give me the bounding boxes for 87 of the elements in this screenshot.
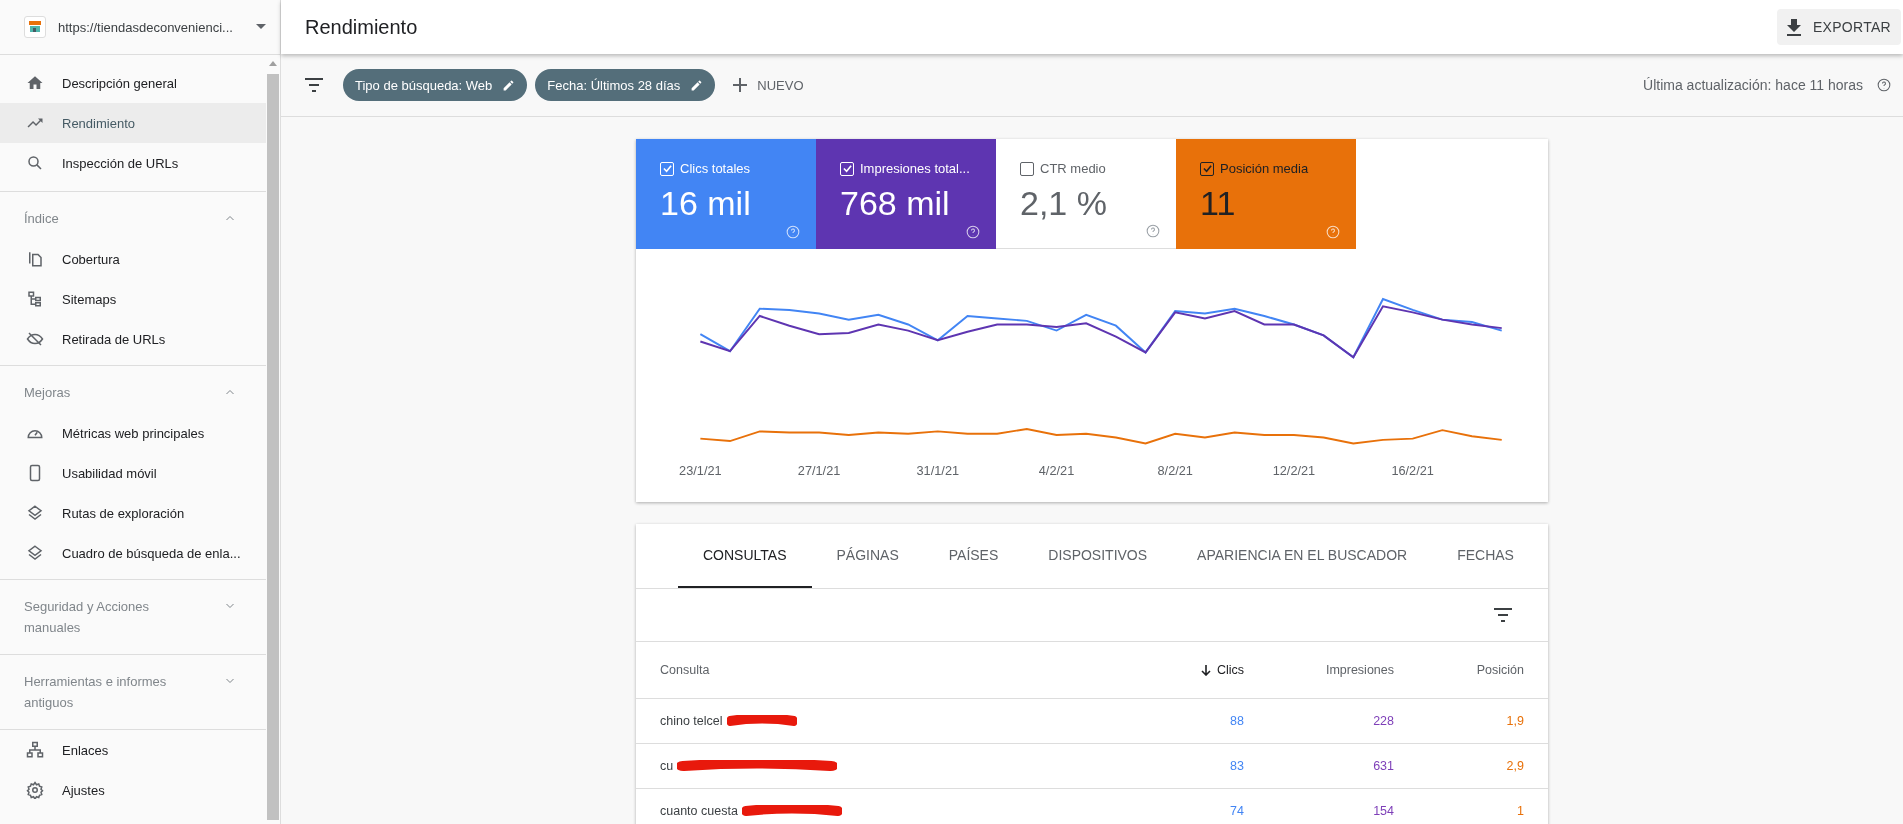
documents-icon xyxy=(26,250,44,268)
checkbox[interactable] xyxy=(1020,161,1034,176)
section-title[interactable]: Índice xyxy=(24,208,194,229)
tab[interactable]: DISPOSITIVOS xyxy=(1023,524,1173,588)
table-cell-text: 74 xyxy=(1229,804,1244,818)
nav-item[interactable]: Enlaces xyxy=(0,730,266,770)
nav-item[interactable]: Inspección de URLs xyxy=(0,143,266,183)
column-header[interactable]: Clics xyxy=(1124,663,1244,677)
edit-icon xyxy=(502,78,516,92)
metric-label: Clics totales xyxy=(680,161,751,176)
layers-icon xyxy=(26,504,44,522)
nav-item[interactable]: Usabilidad móvil xyxy=(0,453,266,493)
tab[interactable]: CONSULTAS xyxy=(678,524,812,588)
nav-item[interactable]: Sitemaps xyxy=(0,279,266,319)
metric-label: Impresiones total... xyxy=(860,161,970,176)
filter-chip[interactable]: Fecha: Últimos 28 días xyxy=(535,69,716,101)
new-filter-button[interactable]: NUEVO xyxy=(723,77,814,93)
table-cell-text: 2,9 xyxy=(1505,759,1524,773)
settings-icon xyxy=(26,781,44,799)
layers-icon xyxy=(26,544,44,562)
table-cell-text: 228 xyxy=(1372,714,1394,728)
network-icon xyxy=(26,741,44,759)
nav-item[interactable]: Rendimiento xyxy=(0,103,266,143)
property-selector[interactable]: https://tiendasdeconvenienci... xyxy=(58,19,244,35)
sort-down-icon xyxy=(1200,664,1211,676)
metric-value: 16 mil xyxy=(660,184,752,223)
axis-label: 27/1/21 xyxy=(797,463,841,479)
filter-icon[interactable] xyxy=(305,78,323,92)
metric-value: 11 xyxy=(1200,184,1237,223)
tab[interactable]: PÁGINAS xyxy=(811,524,924,588)
nav-item[interactable]: Cobertura xyxy=(0,239,266,279)
home-icon xyxy=(26,74,44,92)
table-cell: chino telcel xyxy=(660,714,723,728)
export-button[interactable]: EXPORTAR xyxy=(1776,9,1901,45)
redaction-mark xyxy=(726,715,797,727)
axis-label: 31/1/21 xyxy=(916,463,960,479)
table-cell-text: 1,9 xyxy=(1505,714,1524,728)
store-icon xyxy=(24,16,46,38)
table-cell: cu xyxy=(660,759,674,773)
axis-label: 16/2/21 xyxy=(1391,463,1434,479)
scrollbar-thumb[interactable] xyxy=(267,74,279,820)
metric-value: 2,1 % xyxy=(1020,184,1108,223)
column-header[interactable]: Consulta xyxy=(660,663,1124,677)
help-icon[interactable] xyxy=(1877,78,1891,92)
nav-item[interactable]: Ajustes xyxy=(0,770,266,810)
section-title[interactable]: Mejoras xyxy=(24,382,194,403)
tab[interactable]: PAÍSES xyxy=(923,524,1024,588)
table-cell-text: 88 xyxy=(1229,714,1244,728)
tab[interactable]: APARIENCIA EN EL BUSCADOR xyxy=(1172,524,1433,588)
metric-label: CTR medio xyxy=(1040,161,1106,176)
table-cell-text: 631 xyxy=(1372,759,1394,773)
search-icon xyxy=(26,154,44,172)
metric-tile[interactable]: Posición media 11 xyxy=(1176,139,1356,249)
filter-chip[interactable]: Tipo de búsqueda: Web xyxy=(343,69,528,101)
eye-off-icon xyxy=(26,330,44,348)
tab[interactable]: FECHAS xyxy=(1432,524,1539,588)
nav-item[interactable]: Métricas web principales xyxy=(0,413,266,453)
filter-icon[interactable] xyxy=(1494,608,1512,622)
axis-label: 23/1/21 xyxy=(679,463,722,479)
nav-item[interactable]: Retirada de URLs xyxy=(0,319,266,359)
axis-label: 8/2/21 xyxy=(1157,463,1193,479)
download-icon xyxy=(1786,18,1801,36)
scroll-up-icon[interactable] xyxy=(269,61,277,66)
table-cell-text: 154 xyxy=(1372,804,1394,818)
edit-icon xyxy=(690,78,704,92)
nav-item[interactable]: Rutas de exploración xyxy=(0,493,266,533)
nav-item[interactable]: Cuadro de búsqueda de enla... xyxy=(0,533,266,573)
axis-label: 12/2/21 xyxy=(1272,463,1316,479)
plus-icon xyxy=(733,78,748,92)
metric-tile[interactable]: CTR medio 2,1 % xyxy=(996,139,1176,249)
page-title: Rendimiento xyxy=(305,15,418,39)
last-updated-text: Última actualización: hace 11 horas xyxy=(1643,77,1863,93)
axis-label: 4/2/21 xyxy=(1038,463,1075,479)
table-cell-text: 83 xyxy=(1229,759,1244,773)
dropdown-icon[interactable] xyxy=(256,24,266,30)
table-cell: cuanto cuesta xyxy=(660,804,738,818)
table-cell-text: 1 xyxy=(1516,804,1524,818)
section-title[interactable]: Seguridad y Acciones manuales xyxy=(24,596,194,638)
section-title[interactable]: Herramientas e informes antiguos xyxy=(24,671,194,713)
metric-label: Posición media xyxy=(1220,161,1309,176)
column-header[interactable]: Posición xyxy=(1394,663,1524,677)
sitemap-icon xyxy=(26,290,44,308)
column-header[interactable]: Impresiones xyxy=(1244,663,1394,677)
help-icon[interactable] xyxy=(1146,224,1160,238)
checkbox[interactable] xyxy=(1200,161,1214,176)
metric-value: 768 mil xyxy=(840,184,951,223)
nav-item[interactable]: Descripción general xyxy=(0,63,266,103)
